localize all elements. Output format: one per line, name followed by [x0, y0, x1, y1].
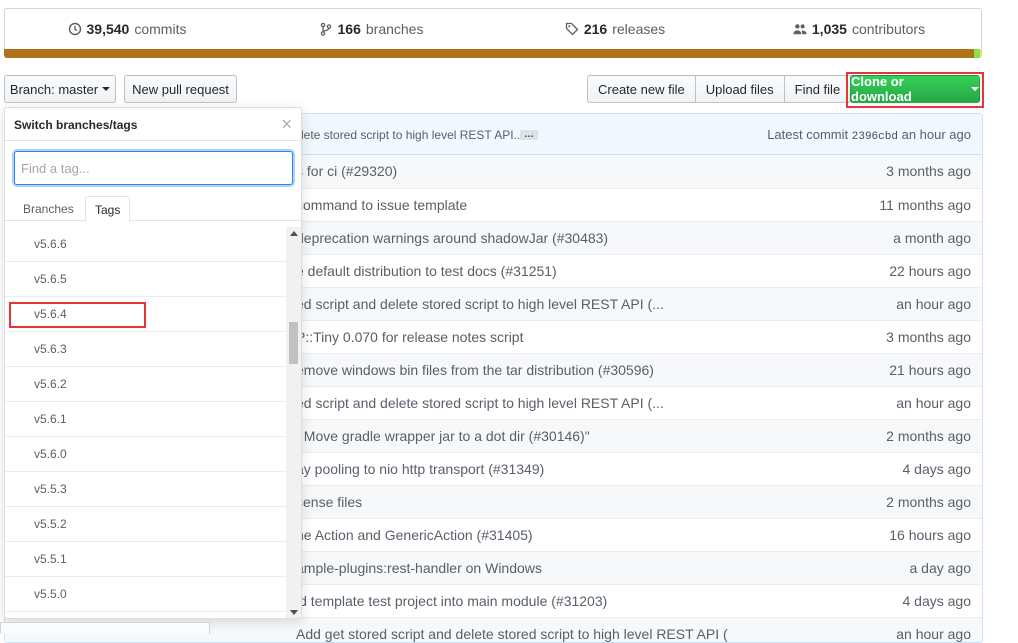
contributors-label: contributors: [851, 21, 926, 37]
commit-age: 2 months ago: [886, 494, 971, 510]
repo-summary-bar: 39,540 commits 166 branches 216 releases…: [4, 8, 982, 49]
commit-age: 22 hours ago: [889, 263, 971, 279]
scroll-up-arrow-icon[interactable]: [290, 231, 298, 236]
tag-item[interactable]: v5.6.5: [5, 262, 288, 297]
people-icon: [793, 24, 807, 35]
expand-commit-button[interactable]: …: [520, 130, 538, 140]
branches-stat[interactable]: 166 branches: [249, 21, 493, 37]
commit-message[interactable]: deprecation warnings around shadowJar (#…: [296, 230, 608, 246]
tag-item[interactable]: v5.6.1: [5, 402, 288, 437]
commit-age: 21 hours ago: [889, 362, 971, 378]
tag-icon: [565, 22, 579, 36]
new-pull-request-button[interactable]: New pull request: [124, 75, 237, 103]
tag-item[interactable]: v5.5.0: [5, 577, 288, 612]
commit-message[interactable]: : Move gradle wrapper jar to a dot dir (…: [296, 428, 590, 444]
chevron-down-icon: [102, 87, 111, 91]
commit-message[interactable]: ed script and delete stored script to hi…: [296, 296, 664, 312]
commit-message[interactable]: P::Tiny 0.070 for release notes script: [296, 329, 523, 345]
commit-age: 11 months ago: [879, 197, 971, 213]
commits-stat[interactable]: 39,540 commits: [5, 21, 249, 37]
language-bar[interactable]: [4, 49, 982, 58]
commit-age: 3 months ago: [886, 329, 971, 345]
git-branch-icon: [320, 22, 331, 36]
branch-select-label: Branch: master: [9, 81, 99, 97]
commit-message[interactable]: ay pooling to nio http transport (#31349…: [296, 461, 544, 477]
commit-message[interactable]: ed script and delete stored script to hi…: [296, 395, 664, 411]
commit-message[interactable]: emove windows bin files from the tar dis…: [296, 362, 654, 378]
branch-select-button[interactable]: Branch: master: [4, 75, 116, 103]
branch-tag-dropdown: Switch branches/tags × Branches Tags v5.…: [4, 107, 302, 619]
tag-highlight-box: [9, 302, 146, 328]
commit-age: an hour ago: [896, 626, 971, 642]
tag-list: v5.6.6 v5.6.5 v5.6.4 v5.6.3 v5.6.2 v5.6.1 v5.6…: [5, 227, 288, 612]
commit-message[interactable]: ample-plugins:rest-handler on Windows: [296, 560, 542, 576]
tag-filter-input[interactable]: [14, 151, 293, 185]
tag-item[interactable]: v5.5.2: [5, 507, 288, 542]
tag-item[interactable]: v5.6.3: [5, 332, 288, 367]
contributors-count: 1,035: [811, 21, 847, 37]
commits-count: 39,540: [86, 21, 130, 37]
commit-message[interactable]: command to issue template: [296, 197, 467, 213]
dropdown-header: Switch branches/tags ×: [5, 108, 301, 141]
tag-item[interactable]: v5.6.2: [5, 367, 288, 402]
commit-message[interactable]: e default distribution to test docs (#31…: [296, 263, 557, 279]
find-file-button[interactable]: Find file: [783, 75, 852, 103]
close-icon[interactable]: ×: [281, 114, 292, 135]
commit-age: an hour ago: [896, 296, 971, 312]
tag-item[interactable]: v5.5.1: [5, 542, 288, 577]
history-icon: [68, 22, 81, 36]
latest-commit-prefix: Latest commit: [767, 127, 849, 142]
commit-age: an hour ago: [896, 395, 971, 411]
commit-age: 4 days ago: [902, 461, 972, 477]
commit-age: 2 months ago: [886, 428, 971, 444]
commit-age: 4 days ago: [902, 593, 972, 609]
latest-commit-message[interactable]: lete stored script to high level REST AP…: [301, 128, 524, 142]
scroll-down-arrow-icon[interactable]: [290, 610, 298, 615]
language-bar-segment[interactable]: [980, 49, 982, 58]
dropdown-title: Switch branches/tags: [14, 118, 138, 132]
chevron-down-icon: [971, 87, 979, 91]
commit-age: a month ago: [893, 230, 971, 246]
create-new-file-button[interactable]: Create new file: [587, 75, 696, 103]
tab-tags[interactable]: Tags: [85, 196, 131, 222]
commit-age: 16 hours ago: [889, 527, 971, 543]
clone-or-download-button[interactable]: Clone or download: [850, 74, 980, 104]
commit-message[interactable]: Add get stored script and delete stored …: [296, 626, 728, 642]
commit-message[interactable]: ne Action and GenericAction (#31405): [296, 527, 533, 543]
branches-count: 166: [337, 21, 361, 37]
tag-item[interactable]: v5.6.0: [5, 437, 288, 472]
tag-item[interactable]: v5.6.6: [5, 227, 288, 262]
commit-message[interactable]: cense files: [296, 494, 362, 510]
releases-label: releases: [612, 21, 666, 37]
contributors-stat[interactable]: 1,035 contributors: [737, 21, 981, 37]
releases-count: 216: [583, 21, 608, 37]
dropdown-tabs: Branches Tags: [5, 196, 301, 222]
commit-message[interactable]: s for ci (#29320): [296, 163, 397, 179]
commit-age: a day ago: [909, 560, 972, 576]
tag-list-scrollbar[interactable]: [286, 227, 301, 618]
latest-commit-info: Latest commit 2396cbd an hour ago: [767, 127, 971, 143]
file-actions-group: Create new file Upload files Find file: [587, 75, 852, 103]
tab-branches[interactable]: Branches: [14, 196, 83, 221]
latest-commit-sha[interactable]: 2396cbd: [852, 131, 898, 143]
language-bar-segment[interactable]: [4, 49, 975, 58]
scrollbar-thumb[interactable]: [289, 322, 298, 364]
commits-label: commits: [134, 21, 187, 37]
releases-stat[interactable]: 216 releases: [493, 21, 737, 37]
branches-label: branches: [365, 21, 424, 37]
tag-item[interactable]: v5.5.3: [5, 472, 288, 507]
clone-button-label: Clone or download: [851, 74, 912, 104]
commit-age: 3 months ago: [886, 163, 971, 179]
latest-commit-age: an hour ago: [901, 127, 971, 142]
upload-files-button[interactable]: Upload files: [694, 75, 785, 103]
commit-message[interactable]: ld template test project into main modul…: [296, 593, 607, 609]
bottom-partial-panel: [0, 622, 210, 634]
